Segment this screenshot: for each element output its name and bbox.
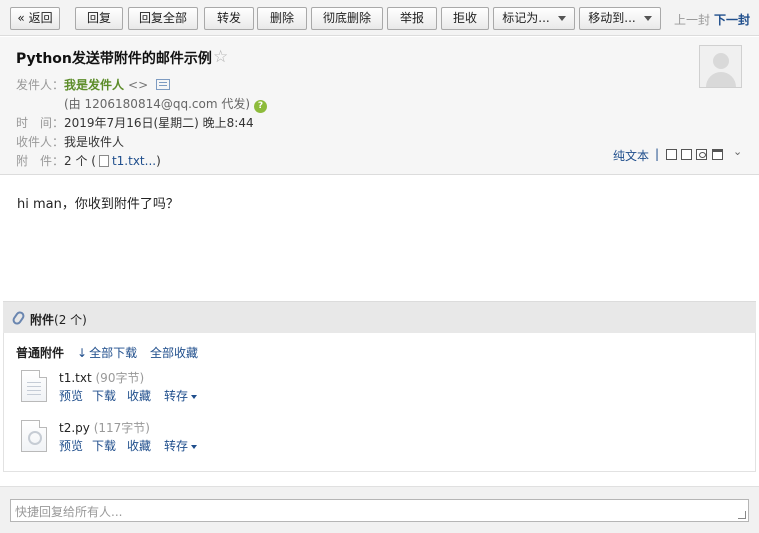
transfer-label: 转存 [164, 389, 189, 403]
delete-permanent-button[interactable]: 彻底删除 [311, 7, 383, 30]
chevron-down-icon[interactable]: ⌄ [733, 145, 742, 158]
reply-all-button[interactable]: 回复全部 [128, 7, 198, 30]
attachments-title-count: (2 个) [54, 313, 87, 327]
resize-handle-icon[interactable] [738, 511, 746, 519]
favorite-all-link[interactable]: 全部收藏 [150, 344, 198, 361]
mail-body: hi man，你收到附件了吗？ [17, 197, 179, 212]
attachment-close-paren: ) [156, 154, 161, 168]
forward-button[interactable]: 转发 [204, 7, 254, 30]
time-row: 时 间：2019年7月16日(星期二) 晚上8:44 [16, 114, 254, 131]
attachment-count: 2 个 ( [64, 154, 96, 168]
move-to-dropdown[interactable]: 移动到... [579, 7, 661, 30]
chevron-down-icon [191, 444, 198, 449]
sender-address: <> [128, 78, 149, 92]
file-icon [98, 155, 109, 167]
attachment-row: 附 件：2 个 ( t1.txt...) [16, 152, 161, 169]
quick-reply-input[interactable] [10, 499, 749, 522]
plain-text-link[interactable]: 纯文本 [613, 147, 649, 164]
mail-header: Python发送带附件的邮件示例 ☆ 发件人：我是发件人 <> (由 120618… [0, 37, 759, 175]
to-row: 收件人：我是收件人 [16, 133, 124, 150]
proxy-text: (由 1206180814@qq.com 代发) [64, 97, 251, 111]
download-link[interactable]: 下载 [92, 387, 116, 404]
star-icon[interactable]: ☆ [213, 47, 228, 67]
attachment-type-label: 普通附件 [16, 346, 65, 360]
favorite-link[interactable]: 收藏 [127, 387, 151, 404]
avatar [699, 45, 742, 88]
recipient-name[interactable]: 我是收件人 [64, 135, 124, 149]
attachment-item: t2.py (117字节) [59, 419, 150, 436]
time-label: 时 间： [16, 116, 65, 130]
mark-as-dropdown[interactable]: 标记为... [493, 7, 575, 30]
download-link[interactable]: 下载 [92, 437, 116, 454]
to-label: 收件人： [16, 135, 65, 149]
from-row: 发件人：我是发件人 <> [16, 76, 171, 93]
txt-file-icon [21, 370, 47, 402]
attachments-title: 附件(2 个) [30, 311, 87, 328]
next-mail-link[interactable]: 下一封 [714, 11, 750, 28]
quick-reply-area [0, 486, 759, 533]
mail-subject: Python发送带附件的邮件示例 [16, 51, 212, 67]
prev-mail-link[interactable]: 上一封 [674, 11, 710, 28]
chevron-down-icon [191, 394, 198, 399]
chevron-down-icon [643, 16, 652, 21]
favorite-link[interactable]: 收藏 [127, 437, 151, 454]
back-button[interactable]: « 返回 [10, 7, 60, 30]
divider: | [655, 147, 660, 161]
py-file-icon [21, 420, 47, 452]
attachment-link[interactable]: t1.txt... [112, 154, 156, 168]
reject-button[interactable]: 拒收 [441, 7, 489, 30]
sender-name[interactable]: 我是发件人 [64, 78, 124, 92]
attachment-filename[interactable]: t1.txt [59, 371, 92, 385]
paperclip-icon [10, 309, 27, 327]
print-icon[interactable] [712, 149, 723, 160]
time-value: 2019年7月16日(星期二) 晚上8:44 [64, 116, 254, 130]
attachment-item: t1.txt (90字节) [59, 369, 144, 386]
reply-button[interactable]: 回复 [75, 7, 123, 30]
transfer-label: 转存 [164, 439, 189, 453]
attachments-title-label: 附件 [30, 313, 55, 327]
transfer-dropdown[interactable]: 转存 [164, 437, 198, 454]
download-all-link[interactable]: ↓ 全部下载 [77, 344, 137, 361]
attachments-panel: 普通附件 ↓ 全部下载 全部收藏 t1.txt (90字节) 预览 下载 收藏 转… [3, 333, 756, 472]
chevron-down-icon [557, 16, 566, 21]
help-icon[interactable]: ? [254, 100, 268, 113]
attachment-size: (117字节) [93, 421, 150, 435]
from-label: 发件人： [16, 78, 65, 92]
new-window-icon[interactable] [666, 149, 677, 160]
delete-button[interactable]: 删除 [257, 7, 307, 30]
download-icon: ↓ [77, 346, 88, 360]
proxy-row: (由 1206180814@qq.com 代发)? [64, 95, 268, 113]
preview-link[interactable]: 预览 [59, 387, 83, 404]
mark-as-label: 标记为... [502, 11, 550, 25]
attachment-label: 附 件： [16, 154, 65, 168]
attachment-filename[interactable]: t2.py [59, 421, 90, 435]
preview-link[interactable]: 预览 [59, 437, 83, 454]
transfer-dropdown[interactable]: 转存 [164, 387, 198, 404]
toolbar: « 返回 回复 回复全部 转发 删除 彻底删除 举报 拒收 标记为... 移动到… [0, 0, 759, 36]
move-to-label: 移动到... [588, 11, 636, 25]
contact-card-icon[interactable] [156, 79, 171, 90]
view-source-icon[interactable] [681, 149, 692, 160]
image-icon[interactable] [696, 149, 707, 160]
attachments-header: 附件(2 个) [3, 301, 756, 333]
download-all-label: 全部下载 [89, 346, 138, 360]
attachment-size: (90字节) [95, 371, 145, 385]
report-button[interactable]: 举报 [387, 7, 437, 30]
